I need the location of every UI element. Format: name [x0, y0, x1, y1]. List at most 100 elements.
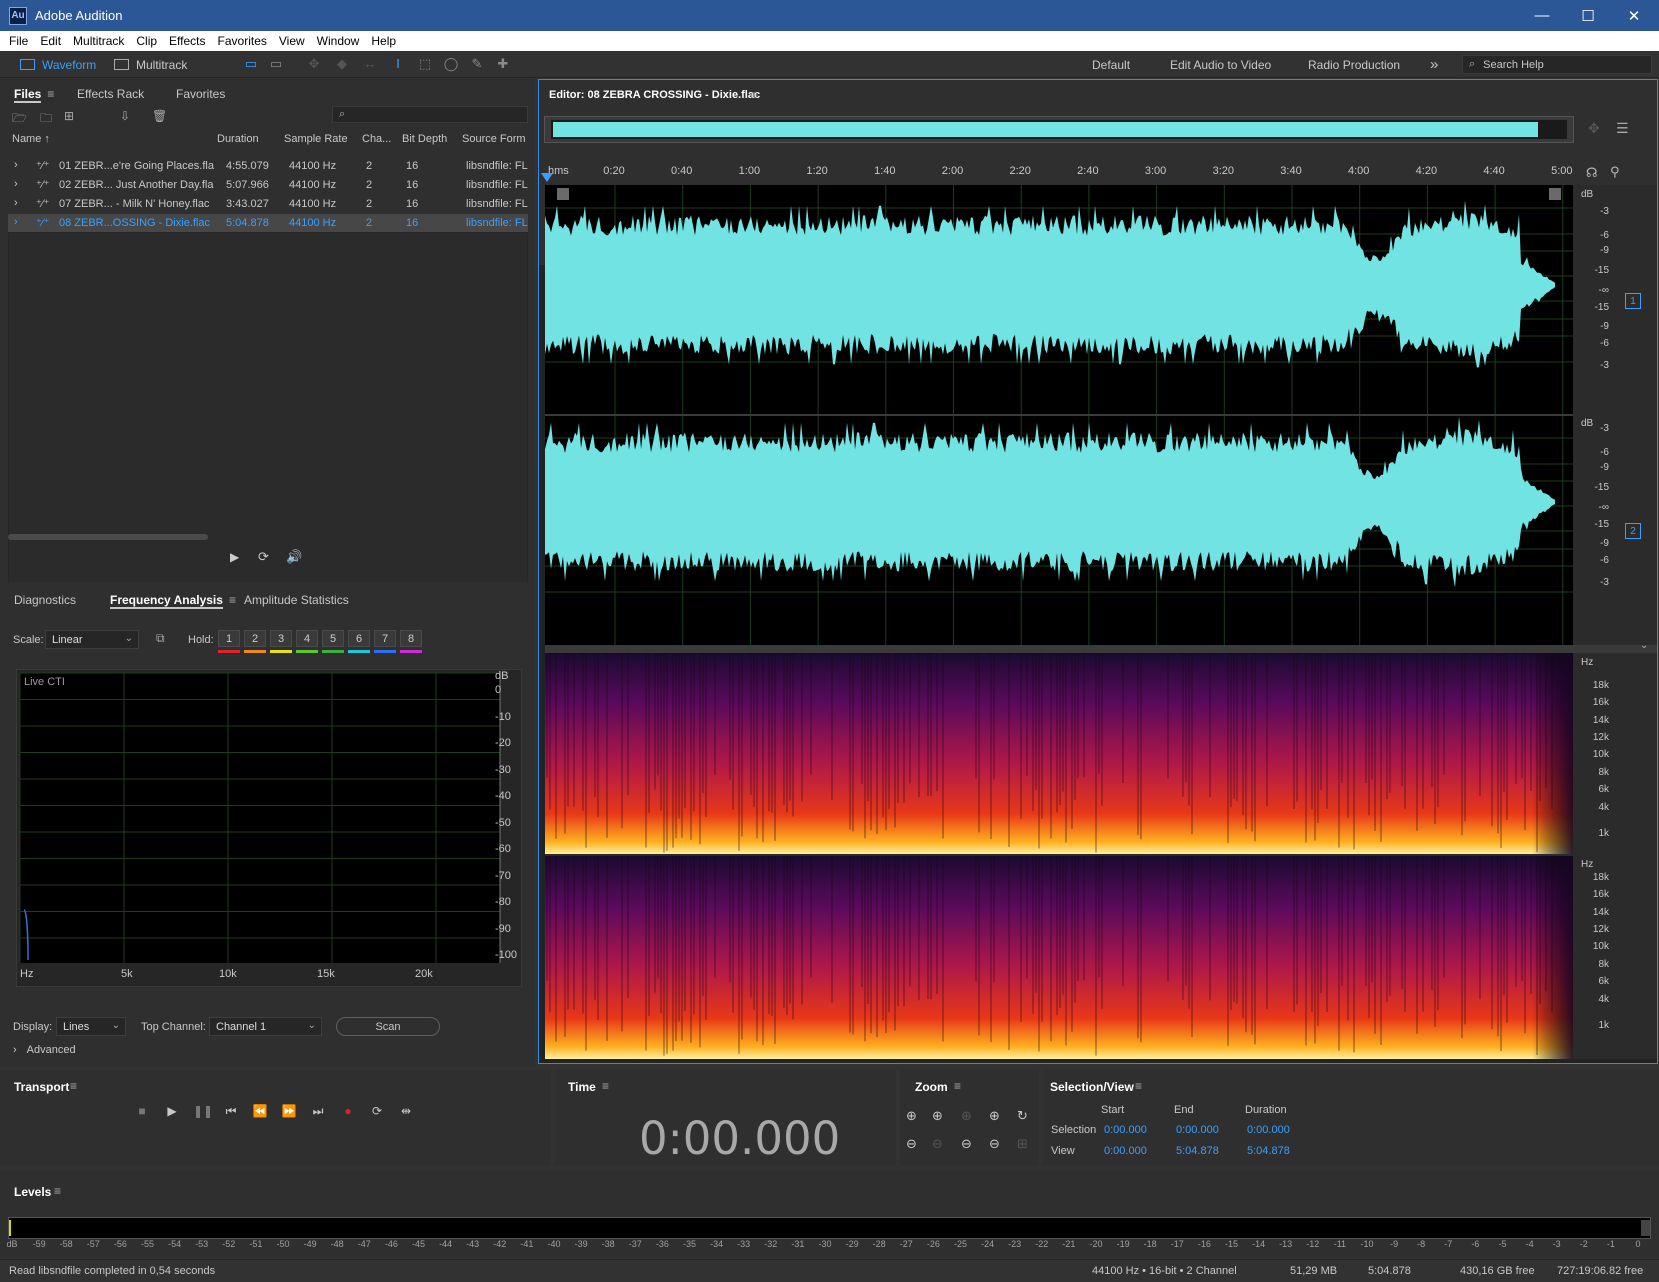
loop-preview-icon[interactable]: ⟳ — [258, 549, 269, 565]
pause-icon[interactable]: ❚❚ — [193, 1104, 213, 1120]
auto-play-icon[interactable]: 🔊 — [286, 549, 302, 565]
headphones-icon[interactable]: ☊ — [1586, 165, 1598, 181]
chevron-down-icon[interactable]: ⌄ — [1640, 640, 1648, 651]
hold-button-5[interactable]: 5 — [322, 630, 344, 647]
scale-dropdown[interactable]: Linear ⌄ — [45, 630, 139, 649]
file-row-selected[interactable]: › ⁺⁄⁺ 08 ZEBR...OSSING - Dixie.flac 5:04… — [8, 214, 528, 232]
column-sample-rate[interactable]: Sample Rate — [284, 133, 348, 145]
advanced-toggle[interactable]: › Advanced — [13, 1044, 76, 1056]
tab-amplitude-statistics[interactable]: Amplitude Statistics — [244, 593, 349, 607]
fade-out-handle[interactable] — [1549, 188, 1561, 200]
menu-multitrack[interactable]: Multitrack — [68, 34, 131, 48]
display-dropdown[interactable]: Lines ⌄ — [56, 1017, 126, 1036]
tab-files[interactable]: Files — [14, 87, 42, 103]
zoom-in-amplitude-icon[interactable]: ⊕ — [906, 1108, 917, 1124]
waveform-display-icon[interactable]: ▭ — [242, 56, 260, 72]
workspace-radio-production[interactable]: Radio Production — [1308, 55, 1400, 74]
spot-healing-tool-icon[interactable]: ✚ — [494, 56, 512, 72]
column-duration[interactable]: Duration — [217, 133, 259, 145]
zoom-in-left-icon[interactable]: ⊕ — [961, 1108, 972, 1124]
overview-menu-icon[interactable]: ☰ — [1616, 120, 1629, 137]
more-workspaces-button[interactable]: » — [1430, 55, 1438, 74]
zoom-full-icon[interactable]: ⊖ — [989, 1136, 1000, 1152]
files-panel-menu-icon[interactable]: ≡ — [47, 87, 54, 101]
zoom-out-time-icon[interactable]: ⊖ — [932, 1136, 943, 1152]
multitrack-view-button[interactable]: Multitrack — [114, 55, 187, 74]
marquee-tool-icon[interactable]: ⬚ — [416, 56, 434, 72]
expand-chevron-icon[interactable]: › — [14, 159, 18, 171]
menu-favorites[interactable]: Favorites — [213, 34, 274, 48]
zoom-to-selection-icon[interactable]: ✥ — [1588, 120, 1600, 137]
file-row[interactable]: › ⁺⁄⁺ 02 ZEBR... Just Another Day.flac 5… — [8, 176, 528, 194]
time-menu-icon[interactable]: ≡ — [602, 1079, 609, 1093]
play-icon[interactable]: ▶ — [163, 1104, 181, 1120]
tab-diagnostics[interactable]: Diagnostics — [14, 593, 76, 607]
menu-window[interactable]: Window — [312, 34, 367, 48]
record-icon[interactable]: ● — [339, 1104, 357, 1120]
hold-button-3[interactable]: 3 — [270, 630, 292, 647]
column-bit-depth[interactable]: Bit Depth — [402, 133, 447, 145]
tab-effects-rack[interactable]: Effects Rack — [77, 87, 144, 101]
top-channel-dropdown[interactable]: Channel 1 ⌄ — [209, 1017, 322, 1036]
new-file-icon[interactable]: ⊞ — [64, 109, 82, 123]
clip-indicator[interactable] — [1641, 1220, 1650, 1236]
stop-icon[interactable]: ■ — [133, 1104, 151, 1120]
waveform-view-button[interactable]: Waveform — [20, 55, 96, 74]
selection-duration-value[interactable]: 0:00.000 — [1247, 1124, 1290, 1136]
scan-button[interactable]: Scan — [336, 1017, 440, 1036]
brush-tool-icon[interactable]: ✎ — [468, 56, 486, 72]
spectral-display-icon[interactable]: ▭ — [267, 56, 285, 72]
go-to-end-icon[interactable]: ⏭ — [309, 1104, 327, 1120]
zoom-in-right-icon[interactable]: ⊕ — [989, 1108, 1000, 1124]
hold-button-6[interactable]: 6 — [348, 630, 370, 647]
selection-start-value[interactable]: 0:00.000 — [1104, 1124, 1147, 1136]
import-file-icon[interactable]: 🗀 — [40, 109, 58, 125]
hold-button-7[interactable]: 7 — [374, 630, 396, 647]
fast-forward-icon[interactable]: ⏩ — [280, 1104, 298, 1120]
loop-playback-icon[interactable]: ⟳ — [368, 1104, 386, 1120]
zoom-selection-icon[interactable]: ⊞ — [1017, 1136, 1028, 1152]
horizontal-scrollbar[interactable] — [8, 534, 208, 540]
pin-icon[interactable]: ⚲ — [1610, 164, 1620, 180]
levels-menu-icon[interactable]: ≡ — [54, 1184, 61, 1198]
zoom-out-full-icon[interactable]: ⊖ — [961, 1136, 972, 1152]
workspace-edit-audio-to-video[interactable]: Edit Audio to Video — [1170, 55, 1271, 74]
menu-file[interactable]: File — [4, 34, 35, 48]
delete-file-icon[interactable]: 🗑 — [152, 109, 170, 123]
menu-edit[interactable]: Edit — [35, 34, 68, 48]
hold-button-1[interactable]: 1 — [218, 630, 240, 647]
files-search-input[interactable]: ⌕ — [332, 106, 528, 123]
hold-button-2[interactable]: 2 — [244, 630, 266, 647]
transport-menu-icon[interactable]: ≡ — [70, 1079, 77, 1093]
menu-effects[interactable]: Effects — [164, 34, 212, 48]
hold-button-8[interactable]: 8 — [400, 630, 422, 647]
column-name[interactable]: Name ↑ — [12, 133, 50, 145]
zoom-in-time-icon[interactable]: ⊕ — [932, 1108, 943, 1124]
overview-navigator[interactable] — [544, 116, 1574, 143]
play-preview-icon[interactable]: ▶ — [230, 550, 239, 564]
close-button[interactable]: ✕ — [1611, 0, 1657, 31]
file-row[interactable]: › ⁺⁄⁺ 01 ZEBR...e're Going Places.flac 4… — [8, 157, 528, 175]
tab-favorites[interactable]: Favorites — [176, 87, 225, 101]
selection-end-value[interactable]: 0:00.000 — [1176, 1124, 1219, 1136]
razor-tool-icon[interactable]: ◆ — [333, 56, 351, 72]
expand-chevron-icon[interactable]: › — [14, 197, 18, 209]
zoom-out-amplitude-icon[interactable]: ⊖ — [906, 1136, 917, 1152]
fade-in-handle[interactable] — [557, 188, 569, 200]
snapshot-icon[interactable]: ⧉ — [156, 631, 165, 646]
menu-help[interactable]: Help — [366, 34, 403, 48]
playhead-marker[interactable] — [541, 173, 553, 182]
channel-1-badge[interactable]: 1 — [1625, 293, 1641, 309]
insert-into-multitrack-icon[interactable]: ⇩ — [120, 109, 138, 123]
hold-button-4[interactable]: 4 — [296, 630, 318, 647]
view-duration-value[interactable]: 5:04.878 — [1247, 1145, 1290, 1157]
expand-chevron-icon[interactable]: › — [14, 216, 18, 228]
slip-tool-icon[interactable]: ↔ — [361, 56, 379, 72]
editor-menu-icon[interactable]: ≡ — [751, 88, 758, 102]
go-to-start-icon[interactable]: ⏮ — [222, 1104, 240, 1120]
lasso-tool-icon[interactable]: ◯ — [442, 56, 460, 72]
expand-chevron-icon[interactable]: › — [14, 178, 18, 190]
rewind-icon[interactable]: ⏪ — [251, 1104, 269, 1120]
view-start-value[interactable]: 0:00.000 — [1104, 1145, 1147, 1157]
minimize-button[interactable]: — — [1519, 0, 1565, 31]
